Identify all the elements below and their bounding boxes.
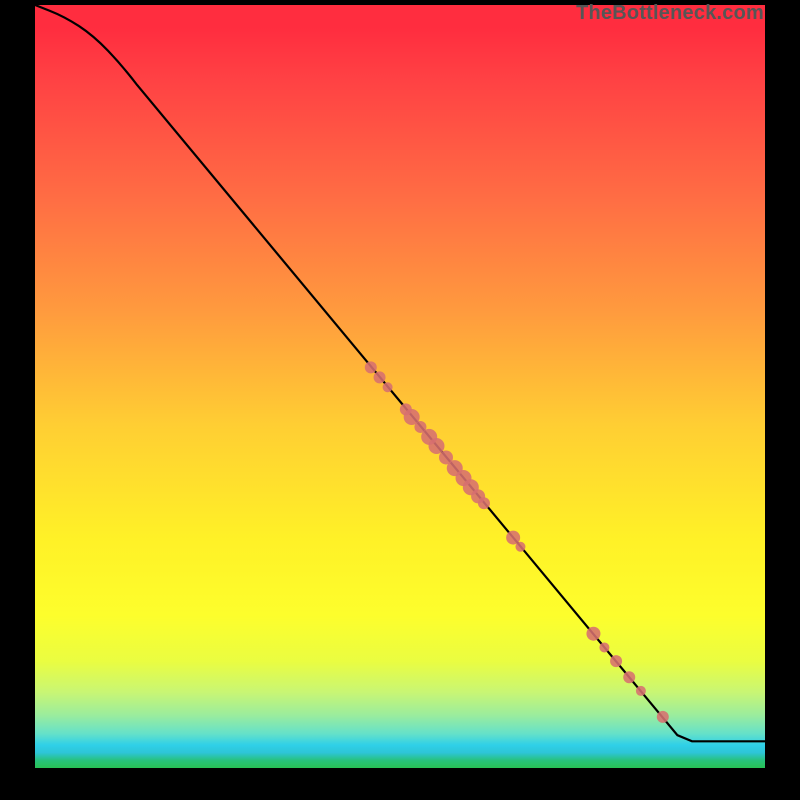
data-marker (365, 361, 377, 373)
attribution-label: TheBottleneck.com (576, 2, 764, 25)
data-marker (383, 382, 393, 392)
curve-line (35, 5, 765, 741)
plot-area (35, 5, 765, 768)
data-marker (374, 371, 386, 383)
data-marker (478, 497, 490, 509)
data-marker (657, 711, 669, 723)
data-marker (610, 655, 622, 667)
data-marker (623, 671, 635, 683)
chart-svg (35, 5, 765, 768)
data-marker (586, 627, 600, 641)
data-marker (429, 438, 445, 454)
data-marker (636, 686, 646, 696)
data-marker (515, 542, 525, 552)
data-marker (599, 642, 609, 652)
